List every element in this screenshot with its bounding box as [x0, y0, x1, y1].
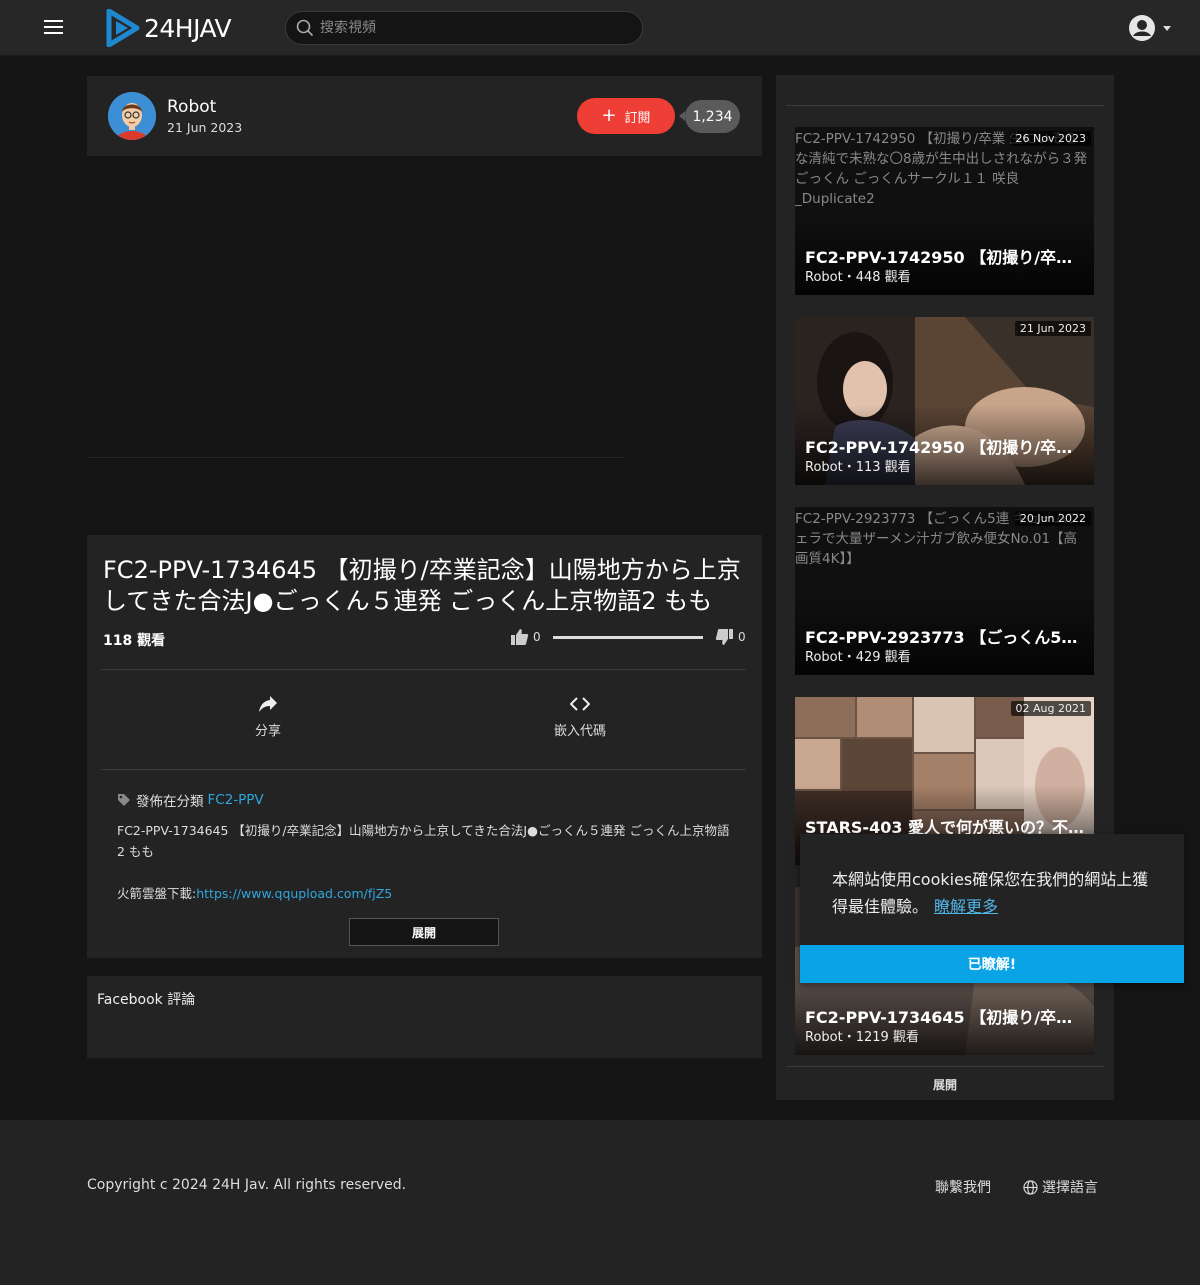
share-label: 分享	[254, 724, 281, 739]
accept-cookies-button[interactable]: 已瞭解!	[800, 945, 1184, 983]
robot-avatar-icon	[108, 92, 156, 140]
related-video-meta: Robot・113 觀看	[805, 460, 911, 475]
language-selector[interactable]: 選擇語言	[1023, 1177, 1098, 1197]
play-logo-icon	[106, 9, 140, 47]
channel-name[interactable]: Robot	[167, 97, 216, 117]
dislike-count: 0	[738, 630, 746, 644]
video-date: 21 Jun 2023	[1014, 321, 1091, 336]
category-prefix: 發佈在分類	[136, 794, 204, 810]
like-button[interactable]: 0	[510, 628, 541, 646]
menu-icon[interactable]	[44, 20, 63, 35]
category-line: 發佈在分類 FC2-PPV	[117, 790, 264, 810]
top-navbar: 24HJAV	[0, 0, 1200, 56]
video-title: FC2-PPV-1734645 【初撮り/卒業記念】山陽地方から上京してきた合法…	[103, 556, 741, 615]
video-date: 20 Jun 2022	[1014, 511, 1091, 526]
divider	[101, 669, 746, 670]
sidebar-expand-button[interactable]: 展開	[776, 1076, 1114, 1093]
thumbs-down-icon	[715, 629, 733, 645]
facebook-comments: Facebook 評論	[87, 976, 762, 1058]
video-date: 02 Aug 2021	[1010, 701, 1091, 716]
player-divider	[87, 457, 624, 458]
divider	[786, 1066, 1104, 1067]
related-video-title: FC2-PPV-1742950 【初撮り/卒業...	[805, 248, 1085, 267]
subscriber-count: 1,234	[679, 100, 740, 133]
share-button[interactable]: 分享	[208, 695, 328, 739]
chevron-down-icon	[1163, 25, 1171, 31]
embed-label: 嵌入代碼	[553, 724, 606, 739]
divider	[786, 105, 1104, 106]
logo-text: 24HJAV	[144, 13, 232, 43]
download-line: 火箭雲盤下載:https://www.qqupload.com/fjZ5	[117, 883, 392, 902]
subscribe-label: 訂閱	[624, 110, 651, 126]
subscribe-button[interactable]: + 訂閱	[577, 98, 675, 134]
account-menu[interactable]	[1128, 14, 1171, 42]
channel-date: 21 Jun 2023	[167, 120, 243, 135]
search-input[interactable]	[320, 20, 620, 36]
avatar[interactable]	[108, 92, 156, 140]
video-description: FC2-PPV-1734645 【初撮り/卒業記念】山陽地方から上京してきた合法…	[117, 823, 730, 859]
video-info-card: FC2-PPV-1734645 【初撮り/卒業記念】山陽地方から上京してきた合法…	[87, 535, 762, 958]
plus-icon: +	[601, 105, 617, 126]
footer: Copyright c 2024 24H Jav. All rights res…	[0, 1120, 1200, 1285]
channel-bar: Robot 21 Jun 2023 + 訂閱 1,234	[87, 76, 762, 156]
cookie-message: 本網站使用cookies確保您在我們的網站上獲得最佳體驗。 瞭解更多	[832, 866, 1162, 920]
related-video-card[interactable]: FC2-PPV-1742950 【初撮り/卒業 生にいそうな清純で未熟な〇8歳が…	[795, 127, 1094, 295]
related-video-title: FC2-PPV-2923773 【ごっくん5連...	[805, 628, 1085, 647]
search-icon[interactable]	[296, 19, 314, 37]
divider	[101, 769, 746, 770]
copyright-text: Copyright c 2024 24H Jav. All rights res…	[87, 1177, 407, 1193]
like-ratio-bar	[553, 636, 703, 639]
code-icon	[570, 697, 590, 711]
user-circle-icon	[1129, 15, 1155, 41]
view-count: 118 觀看	[103, 633, 166, 649]
dislike-button[interactable]: 0	[715, 628, 746, 646]
rating-bar: 0 0	[510, 628, 746, 648]
cookie-consent-banner: 本網站使用cookies確保您在我們的網站上獲得最佳體驗。 瞭解更多 已瞭解!	[800, 834, 1184, 983]
related-video-title: FC2-PPV-1734645 【初撮り/卒業...	[805, 1008, 1085, 1027]
related-video-title: FC2-PPV-1742950 【初撮り/卒業...	[805, 438, 1085, 457]
video-player[interactable]	[87, 156, 762, 536]
download-link[interactable]: https://www.qqupload.com/fjZ5	[196, 886, 392, 901]
related-video-meta: Robot・448 觀看	[805, 270, 911, 285]
related-video-meta: Robot・429 觀看	[805, 650, 911, 665]
share-icon	[259, 696, 277, 712]
language-label: 選擇語言	[1042, 1180, 1098, 1196]
tag-icon	[118, 794, 130, 806]
related-video-card[interactable]: FC2-PPV-2923773 【ごっくん5連 キュームフェラで大量ザーメン汁ガ…	[795, 507, 1094, 675]
category-link[interactable]: FC2-PPV	[208, 792, 264, 808]
contact-link[interactable]: 聯繫我們	[935, 1177, 991, 1197]
learn-more-link[interactable]: 瞭解更多	[934, 897, 998, 916]
embed-button[interactable]: 嵌入代碼	[520, 695, 640, 739]
download-prefix: 火箭雲盤下載:	[117, 886, 197, 901]
video-date: 26 Nov 2023	[1010, 131, 1091, 146]
related-video-card[interactable]: 21 Jun 2023 FC2-PPV-1742950 【初撮り/卒業... R…	[795, 317, 1094, 485]
globe-icon	[1023, 1179, 1038, 1195]
facebook-comments-title: Facebook 評論	[97, 992, 196, 1008]
search-box	[285, 11, 643, 45]
expand-button[interactable]: 展開	[349, 918, 499, 946]
like-count: 0	[533, 630, 541, 644]
thumbs-up-icon	[511, 629, 529, 645]
related-video-meta: Robot・1219 觀看	[805, 1030, 919, 1045]
site-logo[interactable]: 24HJAV	[106, 9, 232, 47]
